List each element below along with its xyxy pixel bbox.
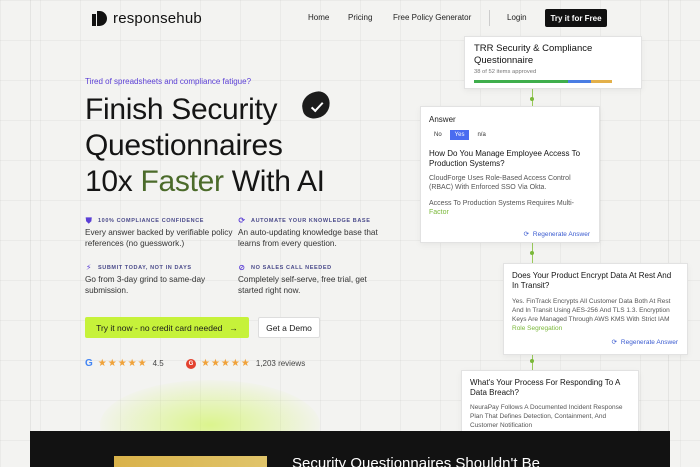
shield-check-icon: ⛊ (85, 216, 93, 225)
answer-text-part: Yes. FinTrack Encrypts All Customer Data… (512, 298, 671, 323)
connector-dot (530, 251, 534, 255)
nav-link-home[interactable]: Home (308, 13, 329, 22)
answer-text: Yes. FinTrack Encrypts All Customer Data… (512, 297, 679, 333)
regenerate-label: Regenerate Answer (532, 230, 590, 238)
regenerate-label: Regenerate Answer (620, 338, 678, 346)
google-rating: G ★★★★★ 4.5 (85, 358, 164, 369)
feature-body: Completely self-serve, free trial, get s… (238, 275, 367, 295)
answer-text-fade: Role Segregation (512, 325, 563, 332)
question-text: Does Your Product Encrypt Data At Rest A… (512, 271, 672, 290)
feature-body: Every answer backed by verifiable policy… (85, 228, 233, 248)
regenerate-answer-button[interactable]: ⟳ Regenerate Answer (611, 338, 678, 347)
hero-headline: Finish Security Questionnaires 10x Faste… (85, 92, 325, 200)
brand-name: responsehub (113, 10, 202, 27)
g2-logo-icon: G (186, 358, 196, 369)
g2-rating: G ★★★★★ 1,203 reviews (186, 358, 305, 369)
answer-text: NeuraPay Follows A Documented Incident R… (470, 404, 623, 429)
no-sales-icon: ⊘ (238, 263, 246, 272)
questionnaire-progress (474, 80, 636, 83)
feature-body: Go from 3-day grind to same-day submissi… (85, 275, 206, 295)
questionnaire-card[interactable]: TRR Security & Compliance Questionnaire … (464, 36, 642, 89)
section-image (114, 456, 267, 467)
feature-title: 100% COMPLIANCE CONFIDENCE (98, 218, 205, 224)
answer-card: Answer No Yes n/a How Do You Manage Empl… (420, 106, 600, 243)
feature-title: SUBMIT TODAY, NOT IN DAYS (98, 265, 192, 271)
answer-label: Answer (429, 115, 456, 124)
progress-pending (590, 80, 612, 83)
feature-title: AUTOMATE YOUR KNOWLEDGE BASE (251, 218, 371, 224)
question-text: How Do You Manage Employee Access To Pro… (429, 149, 581, 168)
nav-link-policy-generator[interactable]: Free Policy Generator (393, 13, 471, 22)
toggle-na[interactable]: n/a (472, 130, 490, 140)
questionnaire-status: 38 of 52 items approved (474, 69, 537, 75)
progress-in-review (567, 80, 591, 83)
refresh-icon: ⟳ (611, 339, 617, 346)
get-demo-button[interactable]: Get a Demo (258, 317, 320, 338)
breach-card: What's Your Process For Responding To A … (461, 370, 639, 432)
answer-toggle-group: No Yes n/a (429, 130, 591, 140)
headline-line-3: 10x Faster With AI (85, 164, 325, 200)
question-text: What's Your Process For Responding To A … (470, 378, 620, 397)
brand-logo-icon (92, 11, 107, 26)
lightning-icon: ⚡ (85, 263, 93, 272)
section-title: Security Questionnaires Shouldn't Be (292, 455, 541, 467)
feature-title: NO SALES CALL NEEDED (251, 265, 332, 271)
feature-submit: ⚡ SUBMIT TODAY, NOT IN DAYS Go from 3-day… (85, 264, 235, 296)
refresh-icon: ⟳ (238, 216, 246, 225)
top-nav: responsehub Home Pricing Free Policy Gen… (0, 0, 700, 36)
hero-tagline: Tired of spreadsheets and compliance fat… (85, 77, 252, 86)
refresh-icon: ⟳ (523, 231, 529, 238)
answer-text-fade: Factor (429, 209, 449, 216)
try-now-label: Try it now - no credit card needed (96, 322, 223, 333)
headline-line-2: Questionnaires (85, 129, 283, 162)
progress-approved (474, 80, 568, 83)
feature-compliance: ⛊ 100% COMPLIANCE CONFIDENCE Every answer… (85, 217, 235, 249)
rating-value: 1,203 reviews (255, 359, 306, 368)
google-logo-icon: G (85, 358, 93, 369)
questionnaire-title: TRR Security & Compliance Questionnaire (474, 43, 593, 66)
star-rating-icon: ★★★★★ (97, 358, 148, 369)
nav-link-login[interactable]: Login (507, 13, 527, 22)
brand-logo[interactable]: responsehub (92, 10, 202, 27)
arrow-right-icon: → (229, 322, 238, 333)
connector-dot (530, 359, 534, 363)
try-now-button[interactable]: Try it now - no credit card needed → (85, 317, 249, 338)
answer-text-part: Access To Production Systems Requires Mu… (429, 200, 574, 207)
answer-text: CloudForge Uses Role-Based Access Contro… (429, 175, 571, 191)
toggle-yes[interactable]: Yes (449, 130, 470, 140)
headline-accent: Faster (140, 165, 225, 198)
headline-text: With AI (223, 165, 325, 198)
nav-link-pricing[interactable]: Pricing (348, 13, 372, 22)
guide-line-left (30, 0, 31, 467)
feature-automate: ⟳ AUTOMATE YOUR KNOWLEDGE BASE An auto-up… (238, 217, 388, 249)
try-free-button[interactable]: Try it for Free (545, 9, 607, 27)
regenerate-answer-button[interactable]: ⟳ Regenerate Answer (523, 230, 590, 239)
feature-body: An auto-updating knowledge base that lea… (238, 228, 378, 248)
connector-dot (530, 97, 534, 101)
star-rating-icon: ★★★★★ (201, 358, 251, 369)
feature-no-sales: ⊘ NO SALES CALL NEEDED Completely self-se… (238, 264, 388, 296)
headline-text: 10x (85, 165, 141, 198)
encryption-card: Does Your Product Encrypt Data At Rest A… (503, 263, 688, 355)
headline-line-1: Finish Security (85, 93, 278, 126)
answer-text: Access To Production Systems Requires Mu… (429, 199, 591, 217)
rating-value: 4.5 (152, 359, 164, 368)
guide-line-right (668, 0, 669, 467)
toggle-no[interactable]: No (429, 130, 447, 140)
nav-divider (489, 10, 490, 26)
connector-line (532, 86, 533, 106)
